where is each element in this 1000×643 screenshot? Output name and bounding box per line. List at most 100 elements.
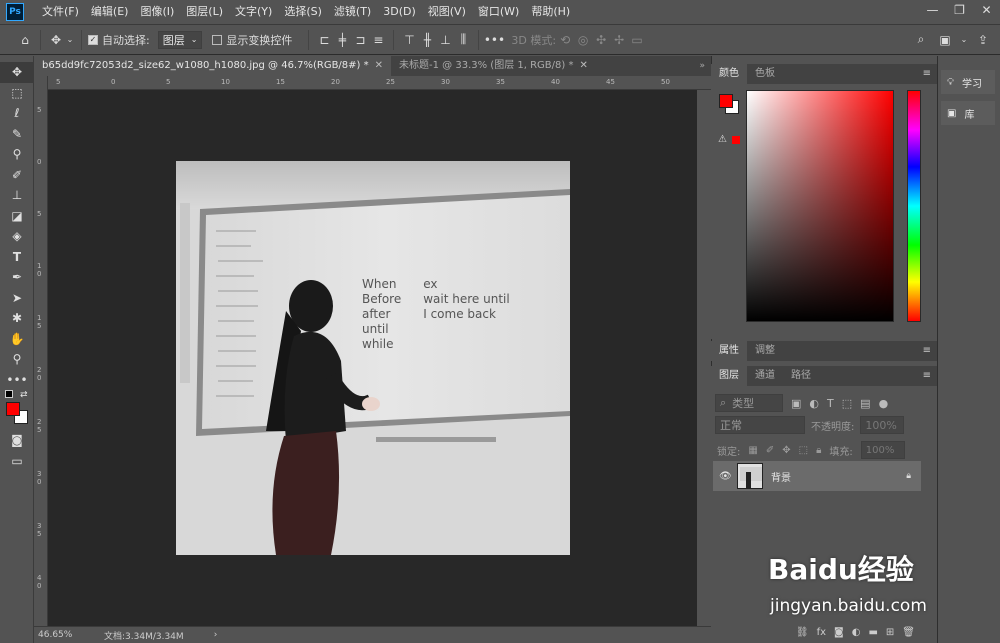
- tab-document-1[interactable]: b65dd9fc72053d2_size62_w1080_h1080.jpg @…: [34, 56, 392, 76]
- chevron-down-icon[interactable]: ⌄: [960, 31, 968, 49]
- stamp-tool-icon[interactable]: ⊥: [0, 185, 34, 206]
- zoom-level[interactable]: 46.65%: [38, 630, 98, 640]
- menu-item[interactable]: 滤镜(T): [328, 0, 377, 24]
- auto-select-dropdown[interactable]: 图层 ⌄: [157, 30, 203, 49]
- distribute-v-icon[interactable]: ⫼: [454, 31, 472, 49]
- screen-mode-icon[interactable]: ▭: [0, 451, 34, 472]
- more-tools-icon[interactable]: •••: [0, 370, 34, 391]
- menu-item[interactable]: 选择(S): [278, 0, 328, 24]
- menu-item[interactable]: 图层(L): [180, 0, 229, 24]
- show-transform-checkbox[interactable]: 显示变换控件: [212, 32, 292, 48]
- eyedropper-tool-icon[interactable]: ⚲: [0, 144, 34, 165]
- mask-icon[interactable]: ◙: [834, 627, 844, 638]
- align-top-icon[interactable]: ⊤: [400, 31, 418, 49]
- adjustment-icon[interactable]: ◐: [852, 627, 861, 638]
- marquee-tool-icon[interactable]: ⬚: [0, 83, 34, 104]
- opacity-input[interactable]: 100%: [860, 416, 905, 434]
- menu-item[interactable]: 图像(I): [134, 0, 180, 24]
- filter-adjust-icon[interactable]: ◐: [809, 397, 819, 410]
- lock-artboard-icon[interactable]: ⬚: [799, 445, 808, 456]
- eraser-tool-icon[interactable]: ◪: [0, 206, 34, 227]
- restore-icon[interactable]: ❐: [946, 0, 973, 20]
- tabs-collapse-icon[interactable]: »: [699, 56, 711, 76]
- menu-item[interactable]: 编辑(E): [85, 0, 135, 24]
- filter-shape-icon[interactable]: ⬚: [842, 397, 852, 410]
- type-tool-icon[interactable]: T: [0, 247, 34, 268]
- brush-tool-icon[interactable]: ✐: [0, 165, 34, 186]
- menu-item[interactable]: 文字(Y): [229, 0, 278, 24]
- auto-select-checkbox[interactable]: ✓ 自动选择:: [88, 32, 150, 48]
- menu-item[interactable]: 文件(F): [36, 0, 85, 24]
- tab-channels[interactable]: 通道: [747, 366, 783, 386]
- home-icon[interactable]: ⌂: [16, 31, 34, 49]
- quick-mask-icon[interactable]: ◙: [0, 430, 34, 451]
- link-icon[interactable]: ⛓: [796, 627, 809, 638]
- filter-smart-icon[interactable]: ▤: [860, 397, 870, 410]
- learn-button[interactable]: 💡︎ 学习: [941, 70, 995, 94]
- eye-icon[interactable]: 👁︎: [719, 471, 732, 482]
- gamut-color-chip[interactable]: [732, 136, 740, 144]
- fg-color-chip[interactable]: [719, 94, 733, 108]
- align-right-icon[interactable]: ⊐: [351, 31, 369, 49]
- tab-adjustments[interactable]: 调整: [747, 341, 783, 361]
- color-picker-field[interactable]: [746, 90, 894, 322]
- foreground-color-swatch[interactable]: [6, 402, 20, 416]
- swap-colors-icon[interactable]: ⇄: [20, 390, 28, 400]
- close-icon[interactable]: ✕: [579, 60, 587, 71]
- more-icon[interactable]: •••: [484, 31, 505, 49]
- bucket-tool-icon[interactable]: ◈: [0, 226, 34, 247]
- tab-properties[interactable]: 属性: [711, 341, 747, 361]
- menu-item[interactable]: 3D(D): [377, 0, 422, 24]
- tab-document-2[interactable]: 未标题-1 @ 33.3% (图层 1, RGB/8) * ✕: [391, 56, 596, 76]
- lasso-tool-icon[interactable]: ℓ: [0, 103, 34, 124]
- minimize-icon[interactable]: —: [919, 0, 946, 20]
- shape-tool-icon[interactable]: ✱: [0, 308, 34, 329]
- menu-item[interactable]: 窗口(W): [472, 0, 525, 24]
- path-select-tool-icon[interactable]: ➤: [0, 288, 34, 309]
- trash-icon[interactable]: 🗑︎: [902, 627, 915, 638]
- blend-mode-dropdown[interactable]: 正常: [715, 416, 805, 434]
- panel-menu-icon[interactable]: ≡: [923, 345, 931, 356]
- panel-menu-icon[interactable]: ≡: [923, 370, 931, 381]
- align-vcenter-icon[interactable]: ╫: [418, 31, 436, 49]
- menu-item[interactable]: 帮助(H): [525, 0, 576, 24]
- chevron-down-icon[interactable]: ⌄: [65, 31, 75, 49]
- tab-layers[interactable]: 图层: [711, 366, 747, 386]
- lock-paint-icon[interactable]: ✐: [766, 445, 774, 456]
- fx-icon[interactable]: fx: [817, 627, 826, 638]
- menu-item[interactable]: 视图(V): [422, 0, 472, 24]
- hand-tool-icon[interactable]: ✋: [0, 329, 34, 350]
- pen-tool-icon[interactable]: ✒: [0, 267, 34, 288]
- distribute-icon[interactable]: ≡: [369, 31, 387, 49]
- hue-slider[interactable]: [907, 90, 921, 322]
- layer-filter-dropdown[interactable]: ⌕ 类型: [715, 394, 783, 412]
- close-icon[interactable]: ✕: [973, 0, 1000, 20]
- new-layer-icon[interactable]: ⊞: [886, 627, 894, 638]
- filter-toggle-icon[interactable]: ●: [879, 397, 889, 410]
- zoom-tool-icon[interactable]: ⚲: [0, 349, 34, 370]
- search-icon[interactable]: ⌕: [912, 31, 930, 49]
- filter-type-icon[interactable]: T: [827, 397, 834, 410]
- align-left-icon[interactable]: ⊏: [315, 31, 333, 49]
- move-tool-icon[interactable]: ✥: [47, 31, 65, 49]
- chevron-right-icon[interactable]: ›: [214, 630, 218, 640]
- quick-select-tool-icon[interactable]: ✎: [0, 124, 34, 145]
- group-icon[interactable]: ▬: [868, 627, 877, 638]
- panel-menu-icon[interactable]: ≡: [923, 68, 931, 79]
- workspace-icon[interactable]: ▣: [936, 31, 954, 49]
- fill-input[interactable]: 100%: [860, 441, 905, 459]
- tab-swatches[interactable]: 色板: [747, 64, 783, 84]
- tab-color[interactable]: 颜色: [711, 64, 747, 84]
- tab-paths[interactable]: 路径: [783, 366, 819, 386]
- libraries-button[interactable]: ▣ 库: [941, 101, 995, 125]
- filter-pixel-icon[interactable]: ▣: [791, 397, 801, 410]
- default-colors-icon[interactable]: [5, 390, 13, 398]
- close-icon[interactable]: ✕: [375, 60, 383, 71]
- share-icon[interactable]: ⇪: [974, 31, 992, 49]
- lock-transparent-icon[interactable]: ▦: [748, 445, 757, 456]
- align-hcenter-icon[interactable]: ╪: [333, 31, 351, 49]
- lock-move-icon[interactable]: ✥: [782, 445, 790, 456]
- align-bottom-icon[interactable]: ⊥: [436, 31, 454, 49]
- layer-row-background[interactable]: 👁︎ 背景 🔒︎: [713, 461, 921, 491]
- move-tool-icon[interactable]: ✥: [0, 62, 34, 83]
